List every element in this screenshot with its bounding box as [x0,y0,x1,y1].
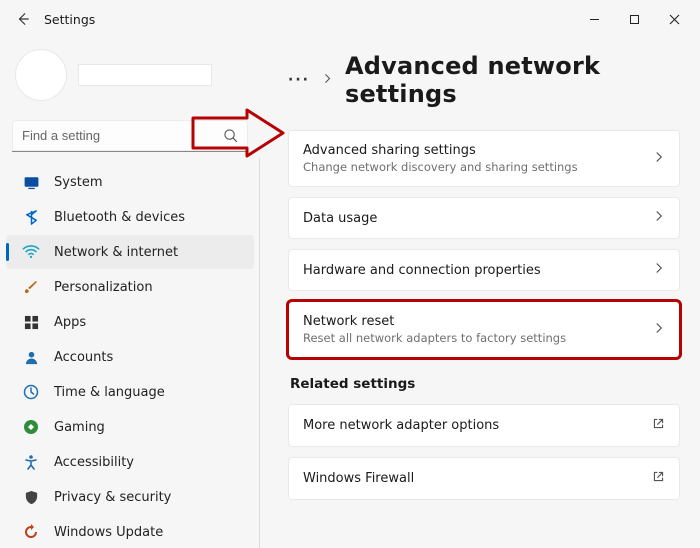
card-network-reset[interactable]: Network reset Reset all network adapters… [288,301,680,358]
sidebar-item-gaming[interactable]: Gaming [6,410,254,444]
card-windows-firewall[interactable]: Windows Firewall [288,457,680,500]
chevron-right-icon [653,322,665,338]
card-title: Network reset [303,314,641,329]
card-title: Data usage [303,211,641,226]
sidebar-item-bluetooth[interactable]: Bluetooth & devices [6,200,254,234]
clock-language-icon [22,383,40,401]
breadcrumb-overflow[interactable]: ··· [288,72,310,88]
sidebar-item-label: Gaming [54,420,105,435]
card-title: Hardware and connection properties [303,263,641,278]
gaming-icon [22,418,40,436]
nav-list: System Bluetooth & devices Network & int… [0,164,260,548]
sidebar-divider [259,158,260,548]
card-subtitle: Change network discovery and sharing set… [303,160,641,174]
external-link-icon [652,470,665,487]
sidebar-item-label: Accessibility [54,455,134,470]
apps-icon [22,313,40,331]
paintbrush-icon [22,278,40,296]
search-wrap [12,120,248,152]
sidebar-item-system[interactable]: System [6,165,254,199]
sidebar-item-accounts[interactable]: Accounts [6,340,254,374]
sidebar-item-label: Apps [54,315,86,330]
window-title: Settings [44,12,95,27]
maximize-button[interactable] [614,5,654,33]
card-advanced-sharing[interactable]: Advanced sharing settings Change network… [288,130,680,187]
chevron-right-icon [322,73,333,88]
main-content: ··· Advanced network settings Advanced s… [260,38,700,548]
sidebar-item-time[interactable]: Time & language [6,375,254,409]
sidebar-item-label: Windows Update [54,525,163,540]
card-data-usage[interactable]: Data usage [288,197,680,239]
sidebar-item-label: Bluetooth & devices [54,210,185,225]
titlebar: Settings [0,0,700,38]
sidebar-item-apps[interactable]: Apps [6,305,254,339]
chevron-right-icon [653,262,665,278]
sidebar-item-privacy[interactable]: Privacy & security [6,480,254,514]
sidebar-item-label: Personalization [54,280,153,295]
display-icon [22,173,40,191]
page-title: Advanced network settings [345,52,680,108]
minimize-icon [589,14,600,25]
sidebar-item-accessibility[interactable]: Accessibility [6,445,254,479]
card-title: Advanced sharing settings [303,143,641,158]
sidebar-item-update[interactable]: Windows Update [6,515,254,548]
arrow-left-icon [16,12,30,26]
close-icon [669,14,680,25]
sidebar-item-label: Time & language [54,385,165,400]
minimize-button[interactable] [574,5,614,33]
window-controls [574,5,694,33]
wifi-icon [22,243,40,261]
chevron-right-icon [653,151,665,167]
person-icon [22,348,40,366]
maximize-icon [629,14,640,25]
accessibility-icon [22,453,40,471]
sidebar-item-label: System [54,175,102,190]
external-link-icon [652,417,665,434]
sidebar-item-network[interactable]: Network & internet [6,235,254,269]
card-hardware-properties[interactable]: Hardware and connection properties [288,249,680,291]
chevron-right-icon [653,210,665,226]
sidebar-item-label: Privacy & security [54,490,171,505]
card-title: More network adapter options [303,418,640,433]
sidebar-item-label: Network & internet [54,245,178,260]
card-more-adapter-options[interactable]: More network adapter options [288,404,680,447]
close-button[interactable] [654,5,694,33]
card-title: Windows Firewall [303,471,640,486]
search-icon[interactable] [223,128,238,147]
sidebar: System Bluetooth & devices Network & int… [0,38,260,548]
sidebar-item-personalization[interactable]: Personalization [6,270,254,304]
update-icon [22,523,40,541]
back-button[interactable] [6,2,40,36]
search-input[interactable] [12,120,248,152]
bluetooth-icon [22,208,40,226]
card-subtitle: Reset all network adapters to factory se… [303,331,641,345]
profile-block[interactable] [0,44,260,110]
breadcrumb: ··· Advanced network settings [288,52,680,108]
related-settings-label: Related settings [290,376,680,392]
shield-icon [22,488,40,506]
sidebar-item-label: Accounts [54,350,113,365]
profile-name-placeholder [78,64,212,86]
avatar [16,50,66,100]
